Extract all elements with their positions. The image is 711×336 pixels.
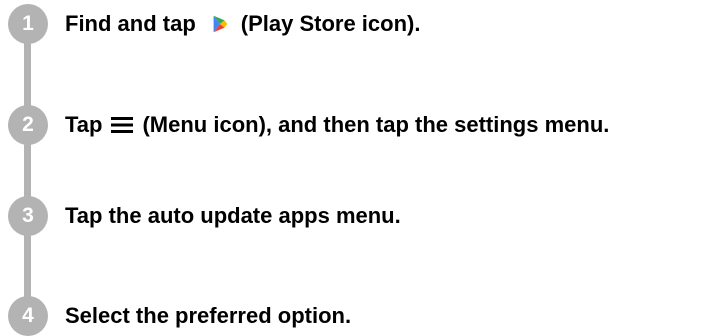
step-text-1: Find and tap (Play Store icon). [65,9,420,39]
step-number-4: 4 [8,296,48,336]
step-2-text-after: (Menu icon), and then tap the settings m… [142,112,610,137]
step-3: 3 Tap the auto update apps menu. [0,196,711,236]
step-1: 1 Find and tap (Play Store icon). [0,4,711,44]
step-1-text-before: Find and tap [65,11,196,36]
step-4: 4 Select the preferred option. [0,296,711,336]
play-store-icon [209,13,231,35]
step-text-2: Tap (Menu icon), and then tap the settin… [65,110,609,140]
step-text-4: Select the preferred option. [65,303,352,328]
timeline-line [24,28,31,314]
step-number-2: 2 [8,105,48,145]
step-number-3: 3 [8,196,48,236]
steps-list: 1 Find and tap (Play Store icon). 2 Tap [0,0,711,336]
step-2-text-before: Tap [65,112,103,137]
menu-icon [110,114,134,136]
step-text-3: Tap the auto update apps menu. [65,203,401,228]
step-number-1: 1 [8,4,48,44]
step-2: 2 Tap (Menu icon), and then tap the sett… [0,105,711,145]
step-1-text-after: (Play Store icon). [240,11,421,36]
